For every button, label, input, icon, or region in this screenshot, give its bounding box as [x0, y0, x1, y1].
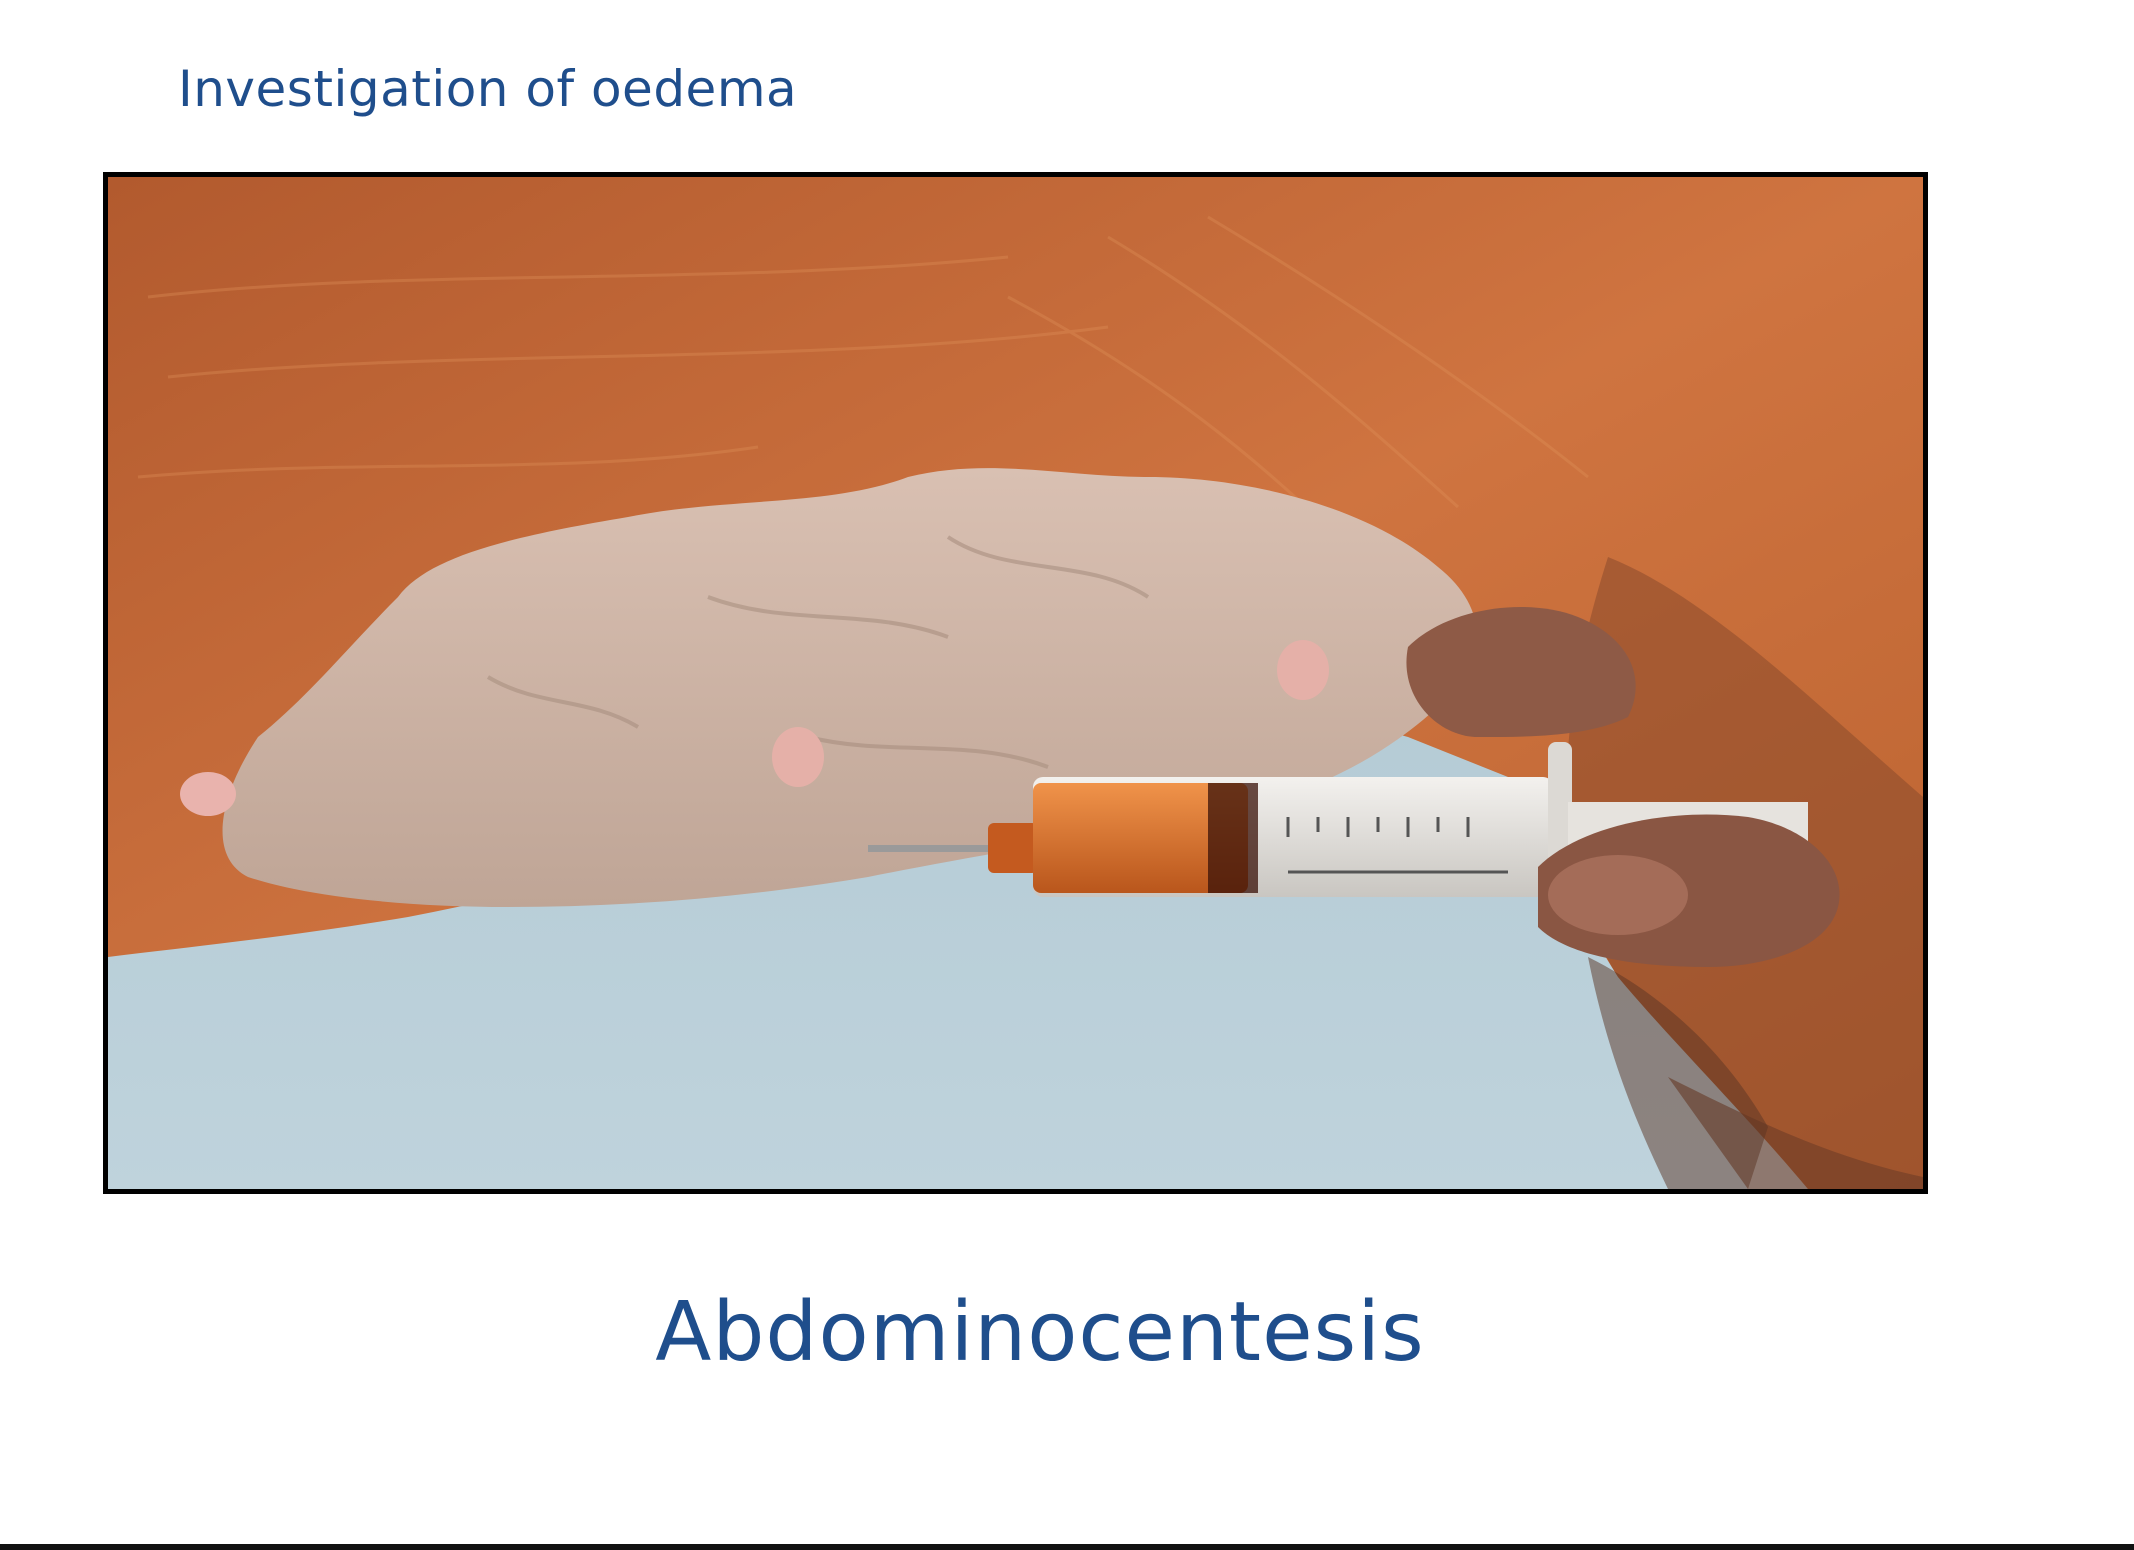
slide-caption: Abdominocentesis — [655, 1285, 1425, 1380]
syringe-needle — [868, 845, 998, 852]
syringe-hub — [988, 823, 1038, 873]
bottom-border — [0, 1544, 2134, 1550]
teat-right — [1277, 640, 1329, 700]
teat-middle — [772, 727, 824, 787]
teat-left — [180, 772, 236, 816]
abdominocentesis-photo — [103, 172, 1928, 1194]
slide-title: Investigation of oedema — [178, 60, 798, 118]
photo-illustration — [108, 177, 1923, 1189]
slide: Investigation of oedema Abdominocentesis — [0, 0, 2134, 1550]
